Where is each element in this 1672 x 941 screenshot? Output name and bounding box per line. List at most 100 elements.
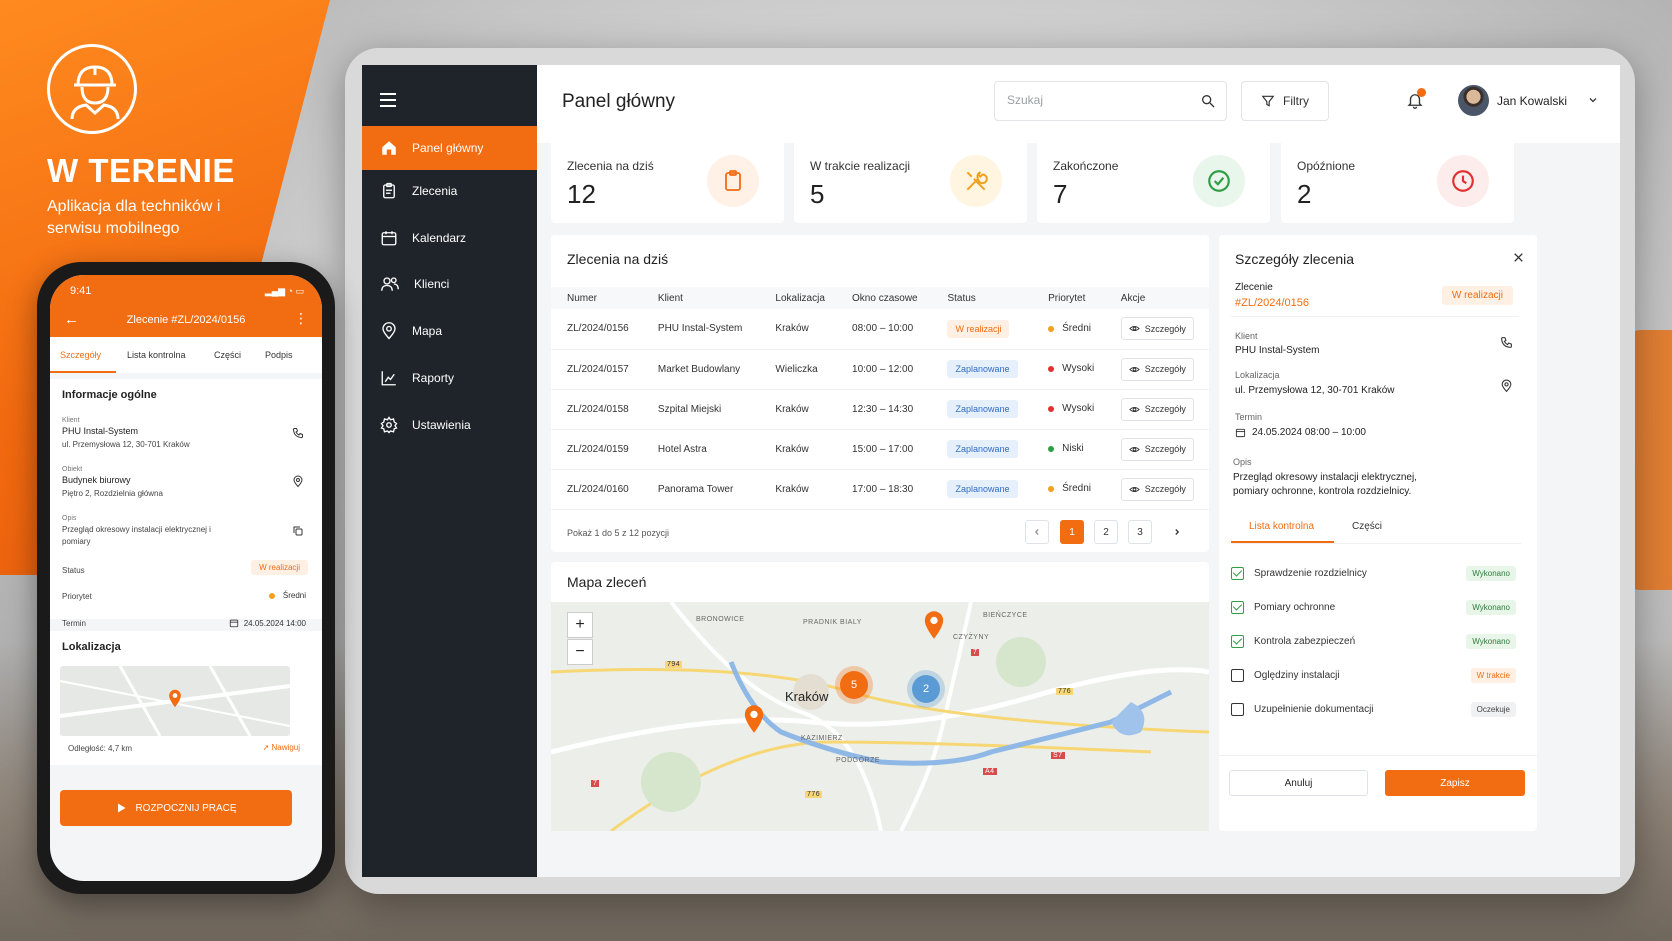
map-district-label: KAZIMIERZ — [801, 735, 843, 742]
kpi-in-progress: W trakcie realizacji 5 — [794, 135, 1027, 223]
map-marker-icon[interactable] — [168, 689, 182, 708]
zoom-in-button[interactable]: + — [567, 612, 593, 638]
search-box — [994, 81, 1227, 121]
cell-time: 10:00 – 12:00 — [836, 349, 932, 390]
distance-text: Odległość: 4,7 km — [68, 744, 133, 753]
checklist-status-badge: Oczekuje — [1470, 701, 1516, 717]
cancel-button[interactable]: Anuluj — [1229, 770, 1368, 796]
map-pin-icon — [382, 322, 396, 340]
filter-button[interactable]: Filtry — [1241, 81, 1329, 121]
tab-details[interactable]: Szczegóły — [60, 350, 101, 360]
active-tab-indicator — [50, 371, 116, 373]
table-row: ZL/2024/0156 PHU Instal-System Kraków 08… — [551, 309, 1209, 350]
sidebar-item-clients[interactable]: Klienci — [362, 262, 537, 306]
details-button[interactable]: Szczegóły — [1120, 317, 1194, 341]
cell-status: Zaplanowane — [931, 389, 1033, 430]
road-label: 776 — [1056, 688, 1074, 695]
tab-parts[interactable]: Części — [1352, 521, 1382, 532]
close-icon[interactable] — [1512, 251, 1525, 264]
user-name[interactable]: Jan Kowalski — [1497, 94, 1567, 108]
pagination-prev[interactable] — [1025, 520, 1049, 544]
checklist-item[interactable]: Sprawdzenie rozdzielnicy Wykonano — [1231, 562, 1516, 584]
details-button[interactable]: Szczegóły — [1120, 397, 1194, 421]
status-bar-icons: ▂▄▆ ◔ ▭ — [264, 286, 304, 296]
save-button[interactable]: Zapisz — [1385, 770, 1525, 796]
cell-time: 15:00 – 17:00 — [836, 429, 932, 470]
copy-icon[interactable] — [292, 525, 304, 537]
sidebar-item-settings[interactable]: Ustawienia — [362, 403, 537, 447]
kpi-label: W trakcie realizacji — [810, 159, 911, 173]
sidebar-item-dashboard[interactable]: Panel główny — [362, 126, 537, 170]
checklist-item[interactable]: Oględziny instalacji W trakcie — [1231, 664, 1516, 686]
more-vertical-icon[interactable]: ⋮ — [294, 310, 308, 327]
promo-title: W TERENIE — [47, 152, 235, 189]
cell-actions: Szczegóły — [1104, 309, 1209, 350]
tab-checklist[interactable]: Lista kontrolna — [1249, 521, 1314, 532]
details-button[interactable]: Szczegóły — [1120, 357, 1194, 381]
map-cluster-orange[interactable]: 5 — [840, 671, 868, 699]
search-input[interactable] — [1007, 93, 1187, 107]
details-title: Szczegóły zlecenia — [1235, 251, 1355, 267]
start-work-button[interactable]: ROZPOCZNIJ PRACĘ — [60, 790, 292, 826]
kpi-today: Zlecenia na dziś 12 — [551, 135, 784, 223]
checkbox[interactable] — [1231, 668, 1244, 682]
pagination-next[interactable] — [1165, 520, 1189, 544]
checkbox[interactable] — [1231, 702, 1244, 716]
navigate-link[interactable]: ➚ Nawiguj — [263, 743, 300, 752]
map-marker-icon[interactable] — [923, 610, 945, 640]
avatar[interactable] — [1458, 85, 1489, 116]
location-value: ul. Przemysłowa 12, 30-701 Kraków — [1235, 385, 1395, 396]
kpi-value: 5 — [810, 179, 825, 209]
map-district-label: BIEŃCZYCE — [983, 612, 1028, 619]
priority-dot — [1048, 325, 1055, 332]
details-button[interactable]: Szczegóły — [1120, 437, 1194, 461]
priority-label: Średni — [1062, 323, 1092, 334]
phone-header: 9:41 ▂▄▆ ◔ ▭ ← Zlecenie #ZL/2024/0156 ⋮ — [50, 275, 322, 337]
phone-icon[interactable] — [1500, 336, 1513, 349]
chevron-down-icon[interactable] — [1587, 94, 1599, 106]
road-label: 776 — [805, 791, 823, 798]
status-badge: W realizacji — [1441, 286, 1513, 305]
sidebar-item-map[interactable]: Mapa — [362, 309, 537, 353]
map-pin-icon[interactable] — [292, 475, 304, 488]
tab-checklist[interactable]: Lista kontrolna — [127, 350, 186, 360]
main-content: Panel główny Filtry Jan Kowalski Zleceni… — [537, 65, 1620, 877]
cell-client: Hotel Astra — [641, 429, 760, 470]
sidebar-item-calendar[interactable]: Kalendarz — [362, 216, 537, 260]
cell-number: ZL/2024/0160 — [551, 469, 642, 510]
sidebar-item-label: Zlecenia — [412, 184, 458, 198]
map-cluster-blue[interactable]: 2 — [912, 675, 940, 703]
kpi-icon-circle — [707, 155, 759, 207]
pagination-page-2[interactable]: 2 — [1094, 520, 1118, 544]
tab-signature[interactable]: Podpis — [265, 350, 293, 360]
pagination-page-3[interactable]: 3 — [1128, 520, 1152, 544]
orders-map[interactable]: + − BRONOWICE PRADNIK BIALY BIEŃCZYCE CZ… — [551, 602, 1209, 831]
details-button[interactable]: Szczegóły — [1120, 477, 1194, 501]
tab-parts[interactable]: Części — [214, 350, 241, 360]
tools-icon — [966, 171, 988, 191]
menu-icon[interactable] — [380, 93, 396, 111]
checklist-item[interactable]: Uzupełnienie dokumentacji Oczekuje — [1231, 698, 1516, 720]
checklist-item[interactable]: Kontrola zabezpieczeń Wykonano — [1231, 630, 1516, 652]
priority: Wysoki — [1048, 363, 1094, 374]
location-map[interactable] — [60, 666, 290, 736]
cell-actions: Szczegóły — [1104, 389, 1209, 430]
search-icon[interactable] — [1200, 93, 1216, 109]
checkbox[interactable] — [1231, 566, 1244, 580]
checklist-label: Uzupełnienie dokumentacji — [1254, 703, 1374, 715]
map-pin-icon[interactable] — [1500, 379, 1513, 393]
checkbox[interactable] — [1231, 600, 1244, 614]
zoom-out-button[interactable]: − — [567, 639, 593, 665]
map-marker-icon[interactable] — [743, 704, 765, 734]
filter-label: Filtry — [1283, 94, 1309, 108]
client-address: ul. Przemysłowa 12, 30-701 Kraków — [62, 440, 190, 449]
cell-actions: Szczegóły — [1104, 429, 1209, 470]
sidebar-item-orders[interactable]: Zlecenia — [362, 169, 537, 213]
table-row: ZL/2024/0158 Szpital Miejski Kraków 12:3… — [551, 389, 1209, 430]
checklist-item[interactable]: Pomiary ochronne Wykonano — [1231, 596, 1516, 618]
pagination-page-1[interactable]: 1 — [1060, 520, 1084, 544]
phone-icon[interactable] — [292, 427, 304, 439]
sidebar-item-reports[interactable]: Raporty — [362, 356, 537, 400]
checkbox[interactable] — [1231, 634, 1244, 648]
status-badge: W realizacji — [251, 560, 308, 575]
